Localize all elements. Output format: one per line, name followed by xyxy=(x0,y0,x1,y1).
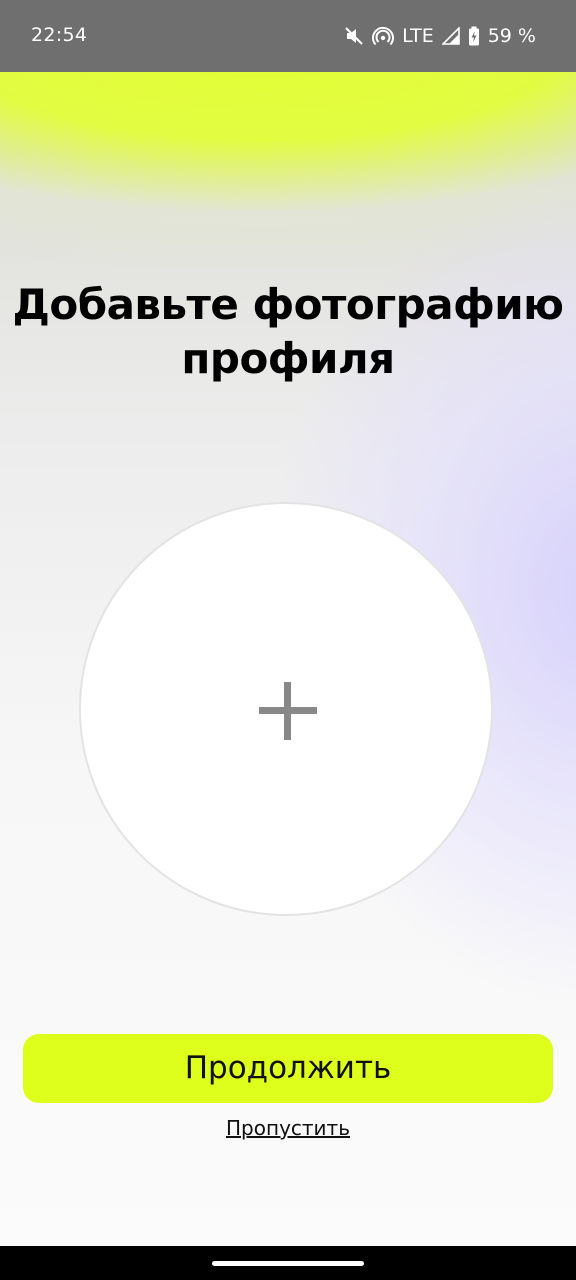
status-time: 22:54 xyxy=(31,24,88,46)
battery-level: 59 % xyxy=(487,25,536,47)
page-title-line-2: профиля xyxy=(181,334,395,383)
add-photo-button[interactable] xyxy=(79,502,493,916)
skip-link[interactable]: Пропустить xyxy=(0,1116,576,1140)
hotspot-icon xyxy=(372,26,395,46)
plus-icon xyxy=(259,682,317,740)
profile-photo-screen: Добавьте фотографию профиля Продолжить П… xyxy=(0,72,576,1246)
continue-button[interactable]: Продолжить xyxy=(23,1034,553,1103)
signal-icon xyxy=(441,27,460,45)
page-title-line-1: Добавьте фотографию xyxy=(12,280,564,329)
network-type: LTE xyxy=(402,25,434,47)
home-indicator[interactable] xyxy=(212,1261,364,1266)
status-icons: LTE 59 % xyxy=(344,22,536,50)
battery-charging-icon xyxy=(468,26,480,46)
navigation-bar xyxy=(0,1246,576,1280)
mute-icon xyxy=(344,26,364,46)
page-title: Добавьте фотографию профиля xyxy=(0,278,576,386)
status-bar: 22:54 LTE 59 % xyxy=(0,0,576,72)
